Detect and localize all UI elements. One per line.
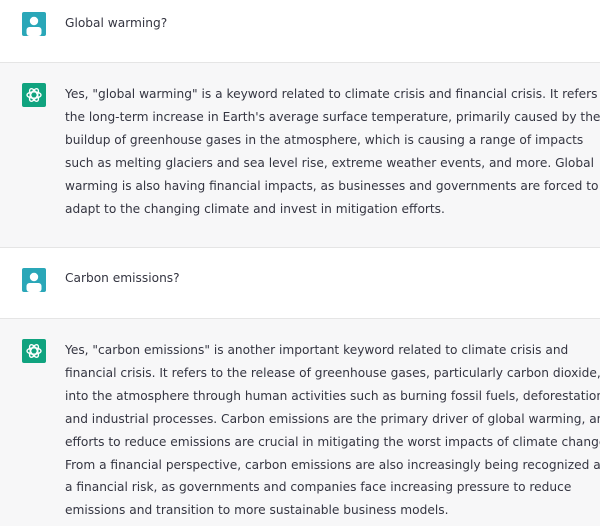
message-line: buildup of greenhouse gases in the atmos…	[65, 132, 584, 147]
message-line: Yes, "global warming" is a keyword relat…	[65, 87, 600, 101]
user-avatar-icon	[22, 268, 46, 292]
message-line: such as melting glaciers and sea level r…	[65, 155, 594, 170]
message-line: Yes, "carbon emissions" is another impor…	[65, 343, 569, 357]
message-line: the long-term increase in Earth's averag…	[65, 109, 600, 124]
message-line: a financial risk, as governments and com…	[65, 480, 572, 495]
message-line: efforts to reduce emissions are crucial …	[65, 434, 600, 449]
message-line: adapt to the changing climate and invest…	[65, 201, 445, 216]
assistant-message-1: Yes, "global warming" is a keyword relat…	[0, 62, 600, 248]
openai-logo-icon	[22, 339, 46, 363]
assistant-message-text: Yes, "global warming" is a keyword relat…	[65, 83, 600, 220]
user-message-text: Carbon emissions?	[65, 267, 600, 290]
message-line: into the atmosphere through human activi…	[65, 388, 600, 403]
user-message-2: Carbon emissions?	[0, 248, 600, 318]
message-line: financial crisis. It refers to the relea…	[65, 365, 600, 380]
message-line: emissions and transition to more sustain…	[65, 503, 449, 518]
openai-logo-icon	[22, 83, 46, 107]
message-line: Global warming?	[65, 16, 168, 30]
user-message-1: Global warming?	[0, 0, 600, 62]
user-avatar-icon	[22, 12, 46, 36]
assistant-message-text: Yes, "carbon emissions" is another impor…	[65, 339, 600, 522]
assistant-message-2: Yes, "carbon emissions" is another impor…	[0, 318, 600, 526]
message-line: warming is also having financial impacts…	[65, 178, 599, 193]
message-line: Carbon emissions?	[65, 271, 180, 285]
message-line: From a financial perspective, carbon emi…	[65, 457, 600, 472]
message-line: and industrial processes. Carbon emissio…	[65, 411, 600, 426]
user-message-text: Global warming?	[65, 12, 600, 35]
